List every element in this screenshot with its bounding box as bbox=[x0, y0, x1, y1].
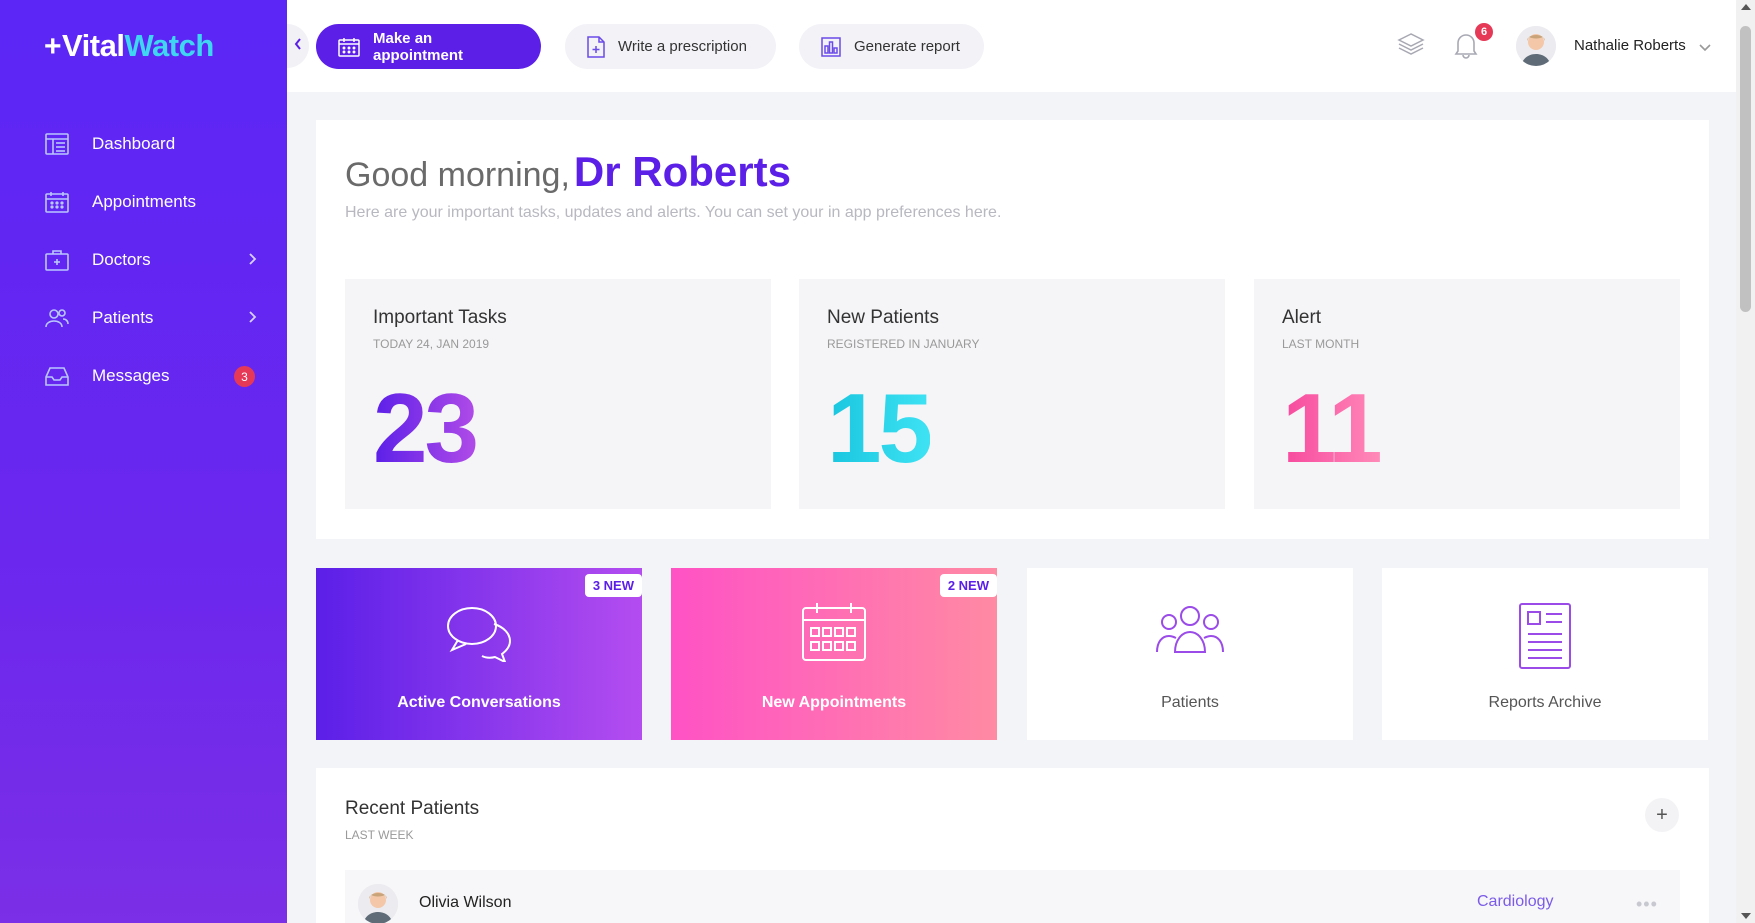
stat-subtitle: LAST MONTH bbox=[1282, 337, 1360, 351]
brand-name-part1: Vital bbox=[62, 28, 125, 63]
sidebar-item-doctors[interactable]: Doctors bbox=[0, 231, 287, 289]
chevron-right-icon bbox=[248, 309, 257, 329]
sidebar-item-label: Messages bbox=[92, 366, 170, 385]
inbox-icon bbox=[44, 364, 70, 388]
calendar-icon bbox=[671, 602, 997, 662]
dashboard-icon bbox=[44, 132, 70, 156]
welcome-panel: Good morning,Dr Roberts Here are your im… bbox=[316, 120, 1709, 539]
layers-icon[interactable] bbox=[1397, 32, 1425, 61]
user-name[interactable]: Nathalie Roberts bbox=[1574, 37, 1686, 54]
top-bar: Make an appointment Write a prescription… bbox=[287, 0, 1736, 92]
patient-department[interactable]: Cardiology bbox=[1477, 893, 1553, 911]
new-count-badge: 3 NEW bbox=[584, 574, 642, 597]
sidebar-item-appointments[interactable]: Appointments bbox=[0, 173, 287, 231]
tile-label: Reports Archive bbox=[1488, 694, 1602, 711]
page-scrollbar[interactable] bbox=[1736, 0, 1755, 923]
tile-new-appointments[interactable]: 2 NEW New Appointments bbox=[671, 568, 997, 740]
sidebar-item-label: Patients bbox=[92, 308, 154, 327]
scroll-thumb[interactable] bbox=[1740, 26, 1751, 312]
stat-card-alert[interactable]: Alert LAST MONTH 11 bbox=[1254, 279, 1680, 509]
chat-bubbles-icon bbox=[316, 602, 642, 662]
recent-patients-panel: Recent Patients LAST WEEK + Olivia Wilso… bbox=[316, 768, 1709, 923]
recent-patients-title: Recent Patients bbox=[345, 798, 480, 819]
greeting-heading: Good morning,Dr Roberts bbox=[345, 148, 791, 196]
stat-value: 15 bbox=[827, 373, 933, 483]
write-prescription-button[interactable]: Write a prescription bbox=[565, 24, 776, 69]
users-group-icon bbox=[1027, 602, 1353, 658]
medical-case-icon bbox=[44, 248, 70, 272]
stat-title: Important Tasks bbox=[373, 307, 507, 328]
generate-report-button[interactable]: Generate report bbox=[799, 24, 984, 69]
add-patient-button[interactable]: + bbox=[1645, 798, 1679, 832]
brand-plus: + bbox=[44, 30, 62, 63]
tile-label: Patients bbox=[1161, 694, 1219, 711]
tile-reports-archive[interactable]: Reports Archive bbox=[1382, 568, 1708, 740]
make-appointment-label: Make an appointment bbox=[373, 29, 463, 64]
users-icon bbox=[44, 306, 70, 330]
patient-name: Olivia Wilson bbox=[419, 894, 512, 911]
brand-logo[interactable]: +VitalWatch bbox=[44, 28, 214, 64]
more-options-icon[interactable]: ••• bbox=[1636, 894, 1658, 915]
patient-avatar bbox=[358, 884, 398, 923]
sidebar-item-label: Appointments bbox=[92, 192, 196, 211]
scroll-down-arrow-icon[interactable] bbox=[1741, 913, 1751, 919]
stat-value: 23 bbox=[373, 373, 479, 483]
sidebar-nav: Dashboard Appointments Doctors Patients bbox=[0, 115, 287, 405]
new-count-badge: 2 NEW bbox=[939, 574, 997, 597]
tile-patients[interactable]: Patients bbox=[1027, 568, 1353, 740]
make-appointment-button[interactable]: Make an appointment bbox=[316, 24, 541, 69]
scroll-up-arrow-icon[interactable] bbox=[1741, 4, 1751, 10]
bell-icon[interactable] bbox=[1454, 31, 1478, 64]
chevron-down-icon[interactable] bbox=[1699, 39, 1711, 57]
sidebar: +VitalWatch Dashboard Appointments Docto… bbox=[0, 0, 287, 923]
bar-chart-icon bbox=[821, 36, 841, 57]
table-row[interactable]: Olivia Wilson Cardiology ••• bbox=[345, 870, 1680, 923]
tile-active-conversations[interactable]: 3 NEW Active Conversations bbox=[316, 568, 642, 740]
stat-card-important-tasks[interactable]: Important Tasks TODAY 24, JAN 2019 23 bbox=[345, 279, 771, 509]
sidebar-item-label: Dashboard bbox=[92, 134, 176, 153]
calendar-icon bbox=[338, 37, 360, 57]
greeting-text: Good morning, bbox=[345, 156, 570, 194]
stat-card-new-patients[interactable]: New Patients REGISTERED IN JANUARY 15 bbox=[799, 279, 1225, 509]
doctor-name: Dr Roberts bbox=[573, 148, 791, 195]
document-add-icon bbox=[587, 35, 605, 58]
sidebar-item-patients[interactable]: Patients bbox=[0, 289, 287, 347]
stat-subtitle: TODAY 24, JAN 2019 bbox=[373, 337, 490, 351]
chevron-left-icon bbox=[294, 37, 302, 55]
recent-patients-subtitle: LAST WEEK bbox=[345, 828, 414, 842]
stat-subtitle: REGISTERED IN JANUARY bbox=[827, 337, 980, 351]
messages-count-badge: 3 bbox=[234, 366, 255, 387]
sidebar-item-dashboard[interactable]: Dashboard bbox=[0, 115, 287, 173]
brand-name-part2: Watch bbox=[124, 28, 214, 63]
notification-count-badge: 6 bbox=[1475, 23, 1493, 41]
generate-report-label: Generate report bbox=[854, 38, 960, 55]
sidebar-item-label: Doctors bbox=[92, 250, 151, 269]
tile-label: Active Conversations bbox=[397, 694, 561, 711]
report-document-icon bbox=[1382, 602, 1708, 670]
stat-value: 11 bbox=[1282, 373, 1383, 483]
write-prescription-label: Write a prescription bbox=[618, 38, 747, 55]
chevron-right-icon bbox=[248, 251, 257, 271]
sidebar-collapse-button[interactable] bbox=[287, 24, 309, 68]
calendar-icon bbox=[44, 190, 70, 214]
stat-title: New Patients bbox=[827, 307, 939, 328]
greeting-subtitle: Here are your important tasks, updates a… bbox=[345, 204, 1002, 221]
tile-label: New Appointments bbox=[761, 694, 907, 711]
sidebar-item-messages[interactable]: Messages 3 bbox=[0, 347, 287, 405]
stat-title: Alert bbox=[1282, 307, 1322, 328]
user-avatar[interactable] bbox=[1516, 26, 1556, 66]
